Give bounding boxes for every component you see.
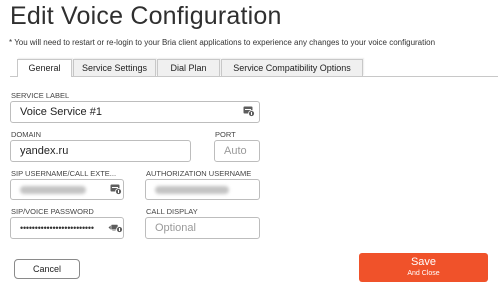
tab-bar: General Service Settings Dial Plan Servi…	[10, 59, 498, 77]
sip-password-label: SIP/VOICE PASSWORD	[11, 207, 94, 216]
auth-username-label: AUTHORIZATION USERNAME	[146, 169, 252, 178]
tab-general[interactable]: General	[17, 59, 72, 77]
auth-username-input[interactable]	[145, 179, 260, 200]
call-display-input[interactable]: Optional	[145, 217, 260, 239]
save-and-close-button[interactable]: Save And Close	[359, 253, 488, 282]
sip-password-value: •••••••••••••••••••••••••	[20, 223, 94, 233]
port-input[interactable]: Auto	[214, 140, 260, 162]
password-key-icon[interactable]	[243, 106, 255, 117]
page-title: Edit Voice Configuration	[10, 2, 282, 30]
tab-service-settings[interactable]: Service Settings	[73, 59, 156, 76]
call-display-label: CALL DISPLAY	[146, 207, 198, 216]
domain-value: yandex.ru	[20, 145, 69, 157]
port-placeholder: Auto	[224, 145, 247, 157]
domain-label: DOMAIN	[11, 130, 41, 139]
save-button-label: Save	[410, 256, 437, 268]
restart-note: * You will need to restart or re-login t…	[9, 38, 436, 47]
sip-username-input[interactable]	[10, 179, 124, 200]
tab-divider	[10, 76, 498, 77]
save-button-sublabel: And Close	[407, 270, 440, 277]
service-label-input[interactable]: Voice Service #1	[10, 101, 260, 123]
sip-username-label: SIP USERNAME/CALL EXTE...	[11, 169, 117, 178]
password-key-icon[interactable]	[110, 184, 122, 195]
sip-password-input[interactable]: •••••••••••••••••••••••••	[10, 217, 124, 239]
tab-service-compatibility-options[interactable]: Service Compatibility Options	[221, 59, 363, 76]
show-password-key-icon[interactable]	[108, 222, 123, 233]
port-label: PORT	[215, 130, 236, 139]
call-display-placeholder: Optional	[155, 222, 196, 234]
domain-input[interactable]: yandex.ru	[10, 140, 191, 162]
service-label-label: SERVICE LABEL	[11, 91, 70, 100]
tab-dial-plan[interactable]: Dial Plan	[157, 59, 220, 76]
sip-username-obscured-value	[20, 185, 86, 194]
auth-username-obscured-value	[155, 185, 229, 194]
service-label-value: Voice Service #1	[20, 106, 102, 118]
cancel-button[interactable]: Cancel	[14, 259, 80, 279]
